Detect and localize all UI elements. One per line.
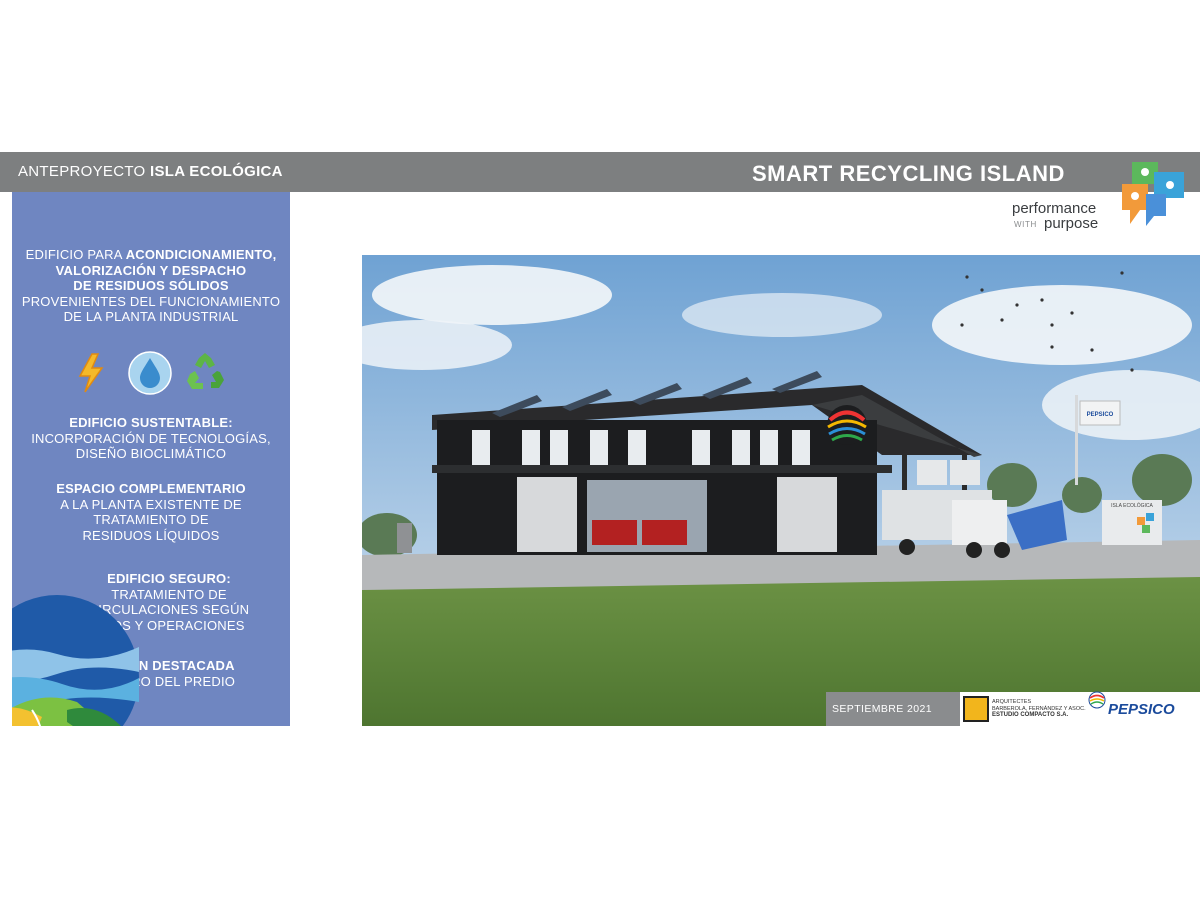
pepsi-globe-building xyxy=(827,405,867,445)
feature-icons xyxy=(72,350,232,400)
intro-block: EDIFICIO PARA ACONDICIONAMIENTO, VALORIZ… xyxy=(12,247,290,325)
performance-with-purpose: performance WITH purpose xyxy=(1012,200,1122,234)
kiosk-sign: ISLA ECOLÓGICA xyxy=(1111,502,1153,509)
architects-line-3: ESTUDIO COMPACTO S.A. xyxy=(992,712,1069,718)
main-title: SMART RECYCLING ISLAND xyxy=(752,161,1065,186)
red-container xyxy=(642,520,687,545)
sustainable-block: EDIFICIO SUSTENTABLE: INCORPORACIÓN DE T… xyxy=(12,415,290,462)
intro-bold-1: ACONDICIONAMIENTO, xyxy=(125,247,277,262)
side-panel: EDIFICIO PARA ACONDICIONAMIENTO, VALORIZ… xyxy=(12,192,290,726)
water-drop-icon xyxy=(128,351,172,395)
complementary-line-1: A LA PLANTA EXISTENTE DE xyxy=(60,496,242,512)
footer-date: SEPTIEMBRE 2021 xyxy=(832,703,932,715)
truck-cab xyxy=(952,500,1007,545)
complementary-block: ESPACIO COMPLEMENTARIO A LA PLANTA EXIST… xyxy=(12,481,290,543)
cloud xyxy=(682,293,882,337)
building-render: ISLA ECOLÓGICA PEPSICO xyxy=(362,255,1200,726)
cloud xyxy=(372,265,612,325)
tagline-purpose: purpose xyxy=(1044,215,1099,232)
footer-date-box: SEPTIEMBRE 2021 xyxy=(826,692,960,726)
lightning-icon xyxy=(78,353,104,393)
project-title: ANTEPROYECTO ISLA ECOLÓGICA xyxy=(18,163,283,180)
intro-plain-3: DE LA PLANTA INDUSTRIAL xyxy=(63,309,239,324)
project-title-bold: ISLA ECOLÓGICA xyxy=(149,163,283,180)
complementary-title: ESPACIO COMPLEMENTARIO xyxy=(56,481,246,496)
slab-band xyxy=(432,465,892,473)
sustainable-line-1: INCORPORACIÓN DE TECNOLOGÍAS, xyxy=(31,430,271,446)
landscape-globe-graphic xyxy=(12,595,139,726)
forklift xyxy=(397,523,412,553)
pepsico-globe-icon xyxy=(1088,691,1106,709)
sign-pole xyxy=(1075,395,1078,485)
safe-title: EDIFICIO SEGURO: xyxy=(107,571,231,586)
tagline-with: WITH xyxy=(1014,220,1037,229)
cloud xyxy=(932,285,1192,365)
architects-logo xyxy=(963,696,989,722)
complementary-line-3: RESIDUOS LÍQUIDOS xyxy=(82,527,220,543)
sustainable-line-2: DISEÑO BIOCLIMÁTICO xyxy=(75,446,227,461)
truck-wheel xyxy=(966,542,982,558)
truck-wheel xyxy=(994,542,1010,558)
intro-plain-2: PROVENIENTES DEL FUNCIONAMIENTO xyxy=(21,293,281,309)
intro-plain-1: EDIFICIO PARA xyxy=(25,247,126,262)
loading-door xyxy=(777,477,837,552)
truck-wheel xyxy=(899,539,915,555)
header-bar: ANTEPROYECTO ISLA ECOLÓGICA SMART RECYCL… xyxy=(0,152,1200,192)
intro-bold-3: DE RESIDUOS SÓLIDOS xyxy=(73,278,229,293)
project-title-prefix: ANTEPROYECTO xyxy=(18,163,150,180)
loading-door xyxy=(517,477,577,552)
intro-bold-2: VALORIZACIÓN Y DESPACHO xyxy=(55,262,247,278)
red-container xyxy=(592,520,637,545)
sustainable-title: EDIFICIO SUSTENTABLE: xyxy=(69,415,233,430)
speech-bubbles-logo xyxy=(1122,162,1184,226)
recycle-icon xyxy=(187,353,224,389)
pepsico-wordmark: PEPSICO xyxy=(1108,701,1175,718)
pepsico-sign-text: PEPSICO xyxy=(1087,412,1114,418)
architects-credit: ARQUITECTES BARBEROLA, FERNÁNDEZ Y ASOC.… xyxy=(992,699,1086,719)
tank xyxy=(917,460,947,485)
complementary-line-2: TRATAMIENTO DE xyxy=(93,512,209,527)
tank xyxy=(950,460,980,485)
